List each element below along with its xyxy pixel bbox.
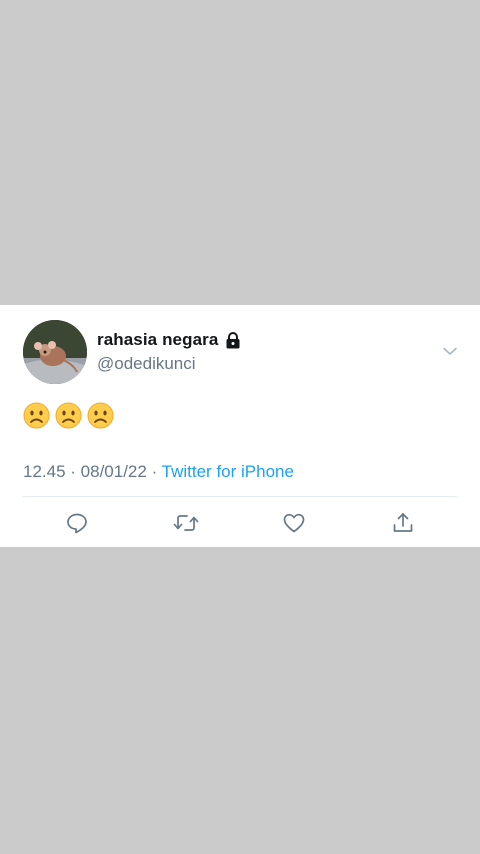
- tweet-time: 12.45: [23, 462, 66, 481]
- tweet-text: [23, 402, 114, 429]
- lock-icon: [225, 331, 241, 349]
- display-name[interactable]: rahasia negara: [97, 330, 218, 350]
- tweet-actions: [0, 508, 480, 538]
- frowning-face-icon: [55, 402, 82, 429]
- meta-separator: ·: [146, 462, 162, 481]
- share-icon[interactable]: [388, 508, 418, 538]
- avatar[interactable]: [23, 320, 87, 384]
- chevron-down-icon[interactable]: [442, 343, 458, 359]
- frowning-face-icon: [87, 402, 114, 429]
- reply-icon[interactable]: [62, 508, 92, 538]
- heart-icon[interactable]: [279, 508, 309, 538]
- user-handle[interactable]: @odedikunci: [97, 354, 196, 374]
- retweet-icon[interactable]: [171, 508, 201, 538]
- tweet-source-link[interactable]: Twitter for iPhone: [162, 462, 294, 481]
- tweet-date: 08/01/22: [80, 462, 147, 481]
- frowning-face-icon: [23, 402, 50, 429]
- tweet-meta: 12.45 · 08/01/22 · Twitter for iPhone: [23, 462, 294, 482]
- meta-separator: ·: [65, 462, 81, 481]
- divider: [23, 496, 457, 497]
- tweet-card: rahasia negara @odedikunci 12.45 · 08/01…: [0, 305, 480, 547]
